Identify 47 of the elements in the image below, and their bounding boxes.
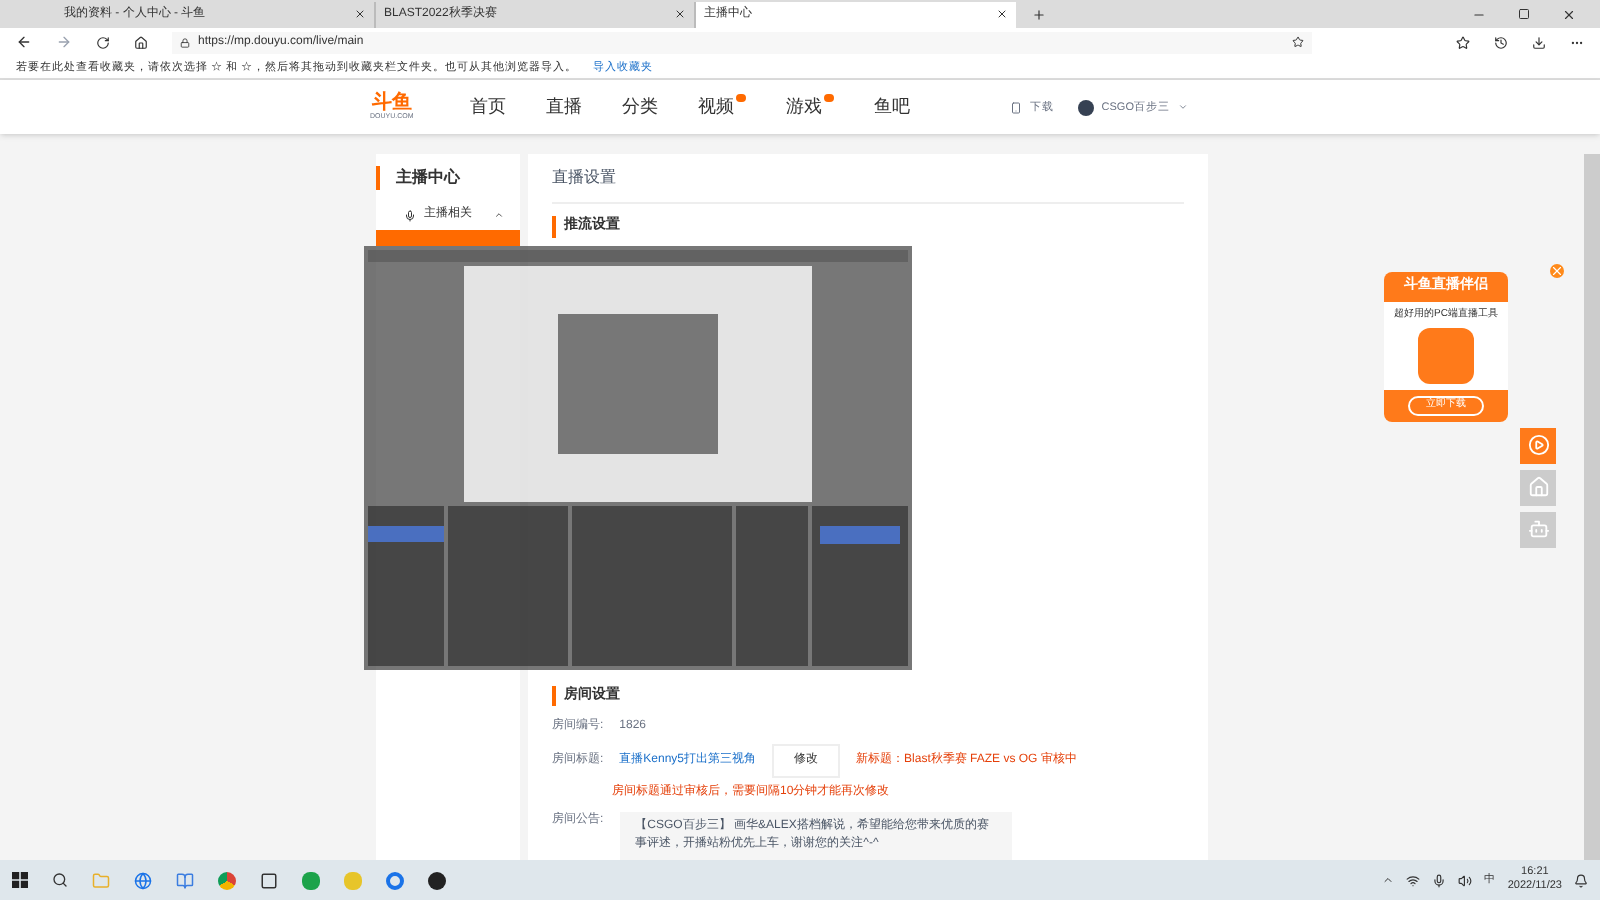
nav-link[interactable]: 首页	[469, 94, 506, 122]
home-icon	[1527, 476, 1549, 499]
nav-link[interactable]: 游戏	[785, 94, 824, 122]
close-icon	[996, 8, 1008, 21]
sidebar-title: 主播中心	[376, 166, 520, 191]
edge-icon[interactable]	[386, 871, 404, 890]
nav-link[interactable]: 视频	[697, 94, 736, 122]
back-icon[interactable]	[16, 34, 32, 51]
notification-icon[interactable]	[1574, 873, 1588, 888]
volume-icon[interactable]	[1457, 873, 1472, 888]
tray-caret-icon[interactable]	[1381, 874, 1394, 887]
search-icon[interactable]	[52, 872, 68, 889]
start-icon[interactable]	[12, 872, 28, 889]
chevron-up-icon	[494, 210, 504, 221]
sidebar-selected-bar	[376, 230, 520, 247]
avatar	[1077, 99, 1094, 116]
new-tab-icon[interactable]	[1032, 7, 1046, 22]
nav-link[interactable]: 分类	[621, 94, 658, 122]
reload-icon[interactable]	[96, 35, 110, 50]
maximize-icon[interactable]	[1518, 7, 1530, 20]
nav-link[interactable]: 鱼吧	[873, 94, 910, 122]
play-icon	[1527, 434, 1549, 457]
close-icon[interactable]	[1562, 7, 1576, 22]
lock-icon	[180, 37, 190, 48]
app-logo-icon	[1418, 328, 1474, 385]
favorites-icon[interactable]	[1456, 35, 1470, 50]
mic-icon	[404, 209, 416, 222]
badge-icon	[823, 94, 834, 103]
caret-icon	[1177, 102, 1188, 113]
nav-link[interactable]: 直播	[545, 94, 582, 122]
badge-icon	[735, 94, 746, 103]
favorite-icon[interactable]	[1292, 36, 1304, 49]
close-icon	[354, 8, 366, 21]
robot-icon	[1527, 518, 1549, 541]
home-icon[interactable]	[134, 35, 148, 50]
globe-icon[interactable]	[134, 871, 152, 890]
chrome-icon[interactable]	[218, 871, 236, 890]
phone-icon	[1009, 101, 1022, 114]
mic-icon[interactable]	[1431, 873, 1446, 888]
page-title: 直播设置	[552, 166, 1184, 205]
network-icon[interactable]	[1405, 873, 1420, 888]
close-icon	[674, 8, 686, 21]
app-icon[interactable]	[428, 871, 446, 890]
live-button[interactable]	[1520, 427, 1556, 464]
download-icon[interactable]	[1532, 35, 1546, 50]
history-icon[interactable]	[1494, 35, 1508, 50]
app-icon[interactable]	[260, 871, 278, 890]
